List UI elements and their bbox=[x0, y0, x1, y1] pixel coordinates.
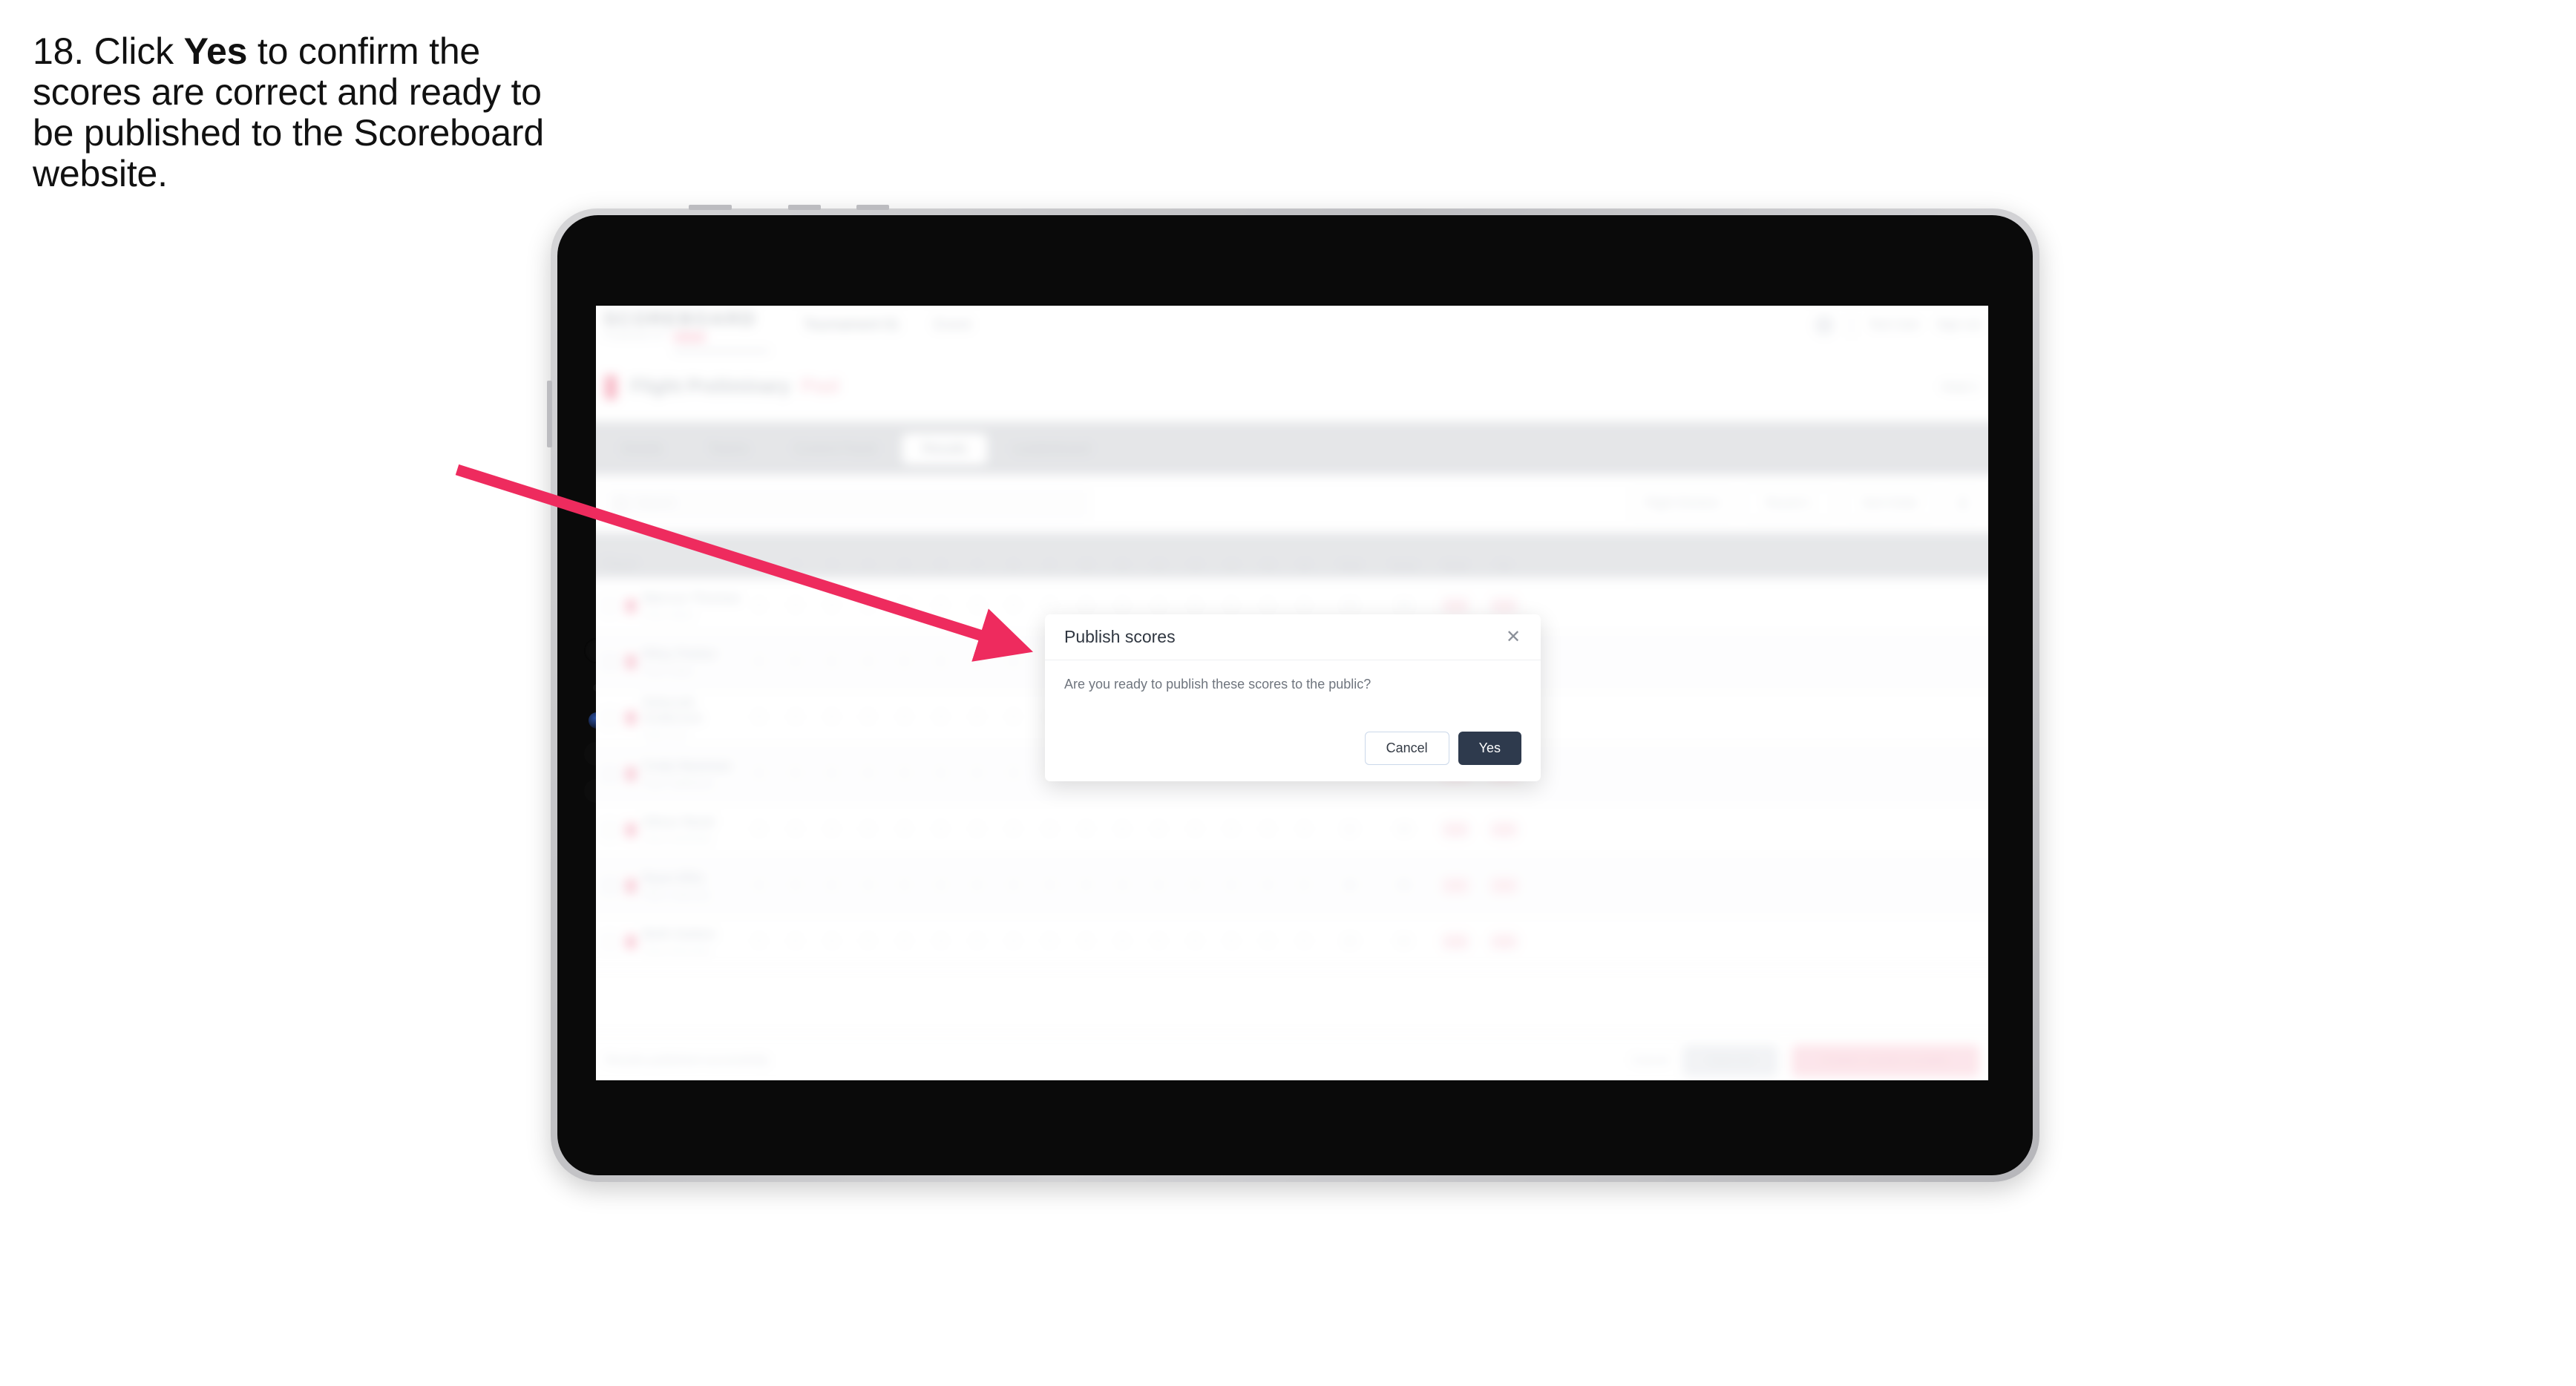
dialog-title: Publish scores bbox=[1064, 627, 1176, 646]
dialog-actions: Cancel Yes bbox=[1364, 732, 1521, 765]
publish-scores-dialog: Publish scores ✕ Are you ready to publis… bbox=[1045, 614, 1541, 781]
slide-canvas: 18. Click Yes to confirm the scores are … bbox=[0, 0, 2576, 1386]
dialog-header: Publish scores ✕ bbox=[1045, 614, 1541, 660]
instruction-prefix: 18. Click bbox=[33, 30, 184, 72]
instruction-text: 18. Click Yes to confirm the scores are … bbox=[33, 31, 567, 194]
dialog-body: Are you ready to publish these scores to… bbox=[1045, 660, 1541, 692]
yes-button[interactable]: Yes bbox=[1458, 732, 1521, 765]
dialog-message: Are you ready to publish these scores to… bbox=[1064, 677, 1371, 692]
instruction-emphasis: Yes bbox=[183, 30, 248, 72]
tablet-top-button-3 bbox=[856, 205, 889, 210]
tablet-top-button-1 bbox=[689, 205, 732, 210]
cancel-button[interactable]: Cancel bbox=[1364, 732, 1449, 765]
tablet-top-button-2 bbox=[788, 205, 821, 210]
tablet-side-button bbox=[547, 381, 552, 447]
close-icon[interactable]: ✕ bbox=[1502, 626, 1524, 648]
